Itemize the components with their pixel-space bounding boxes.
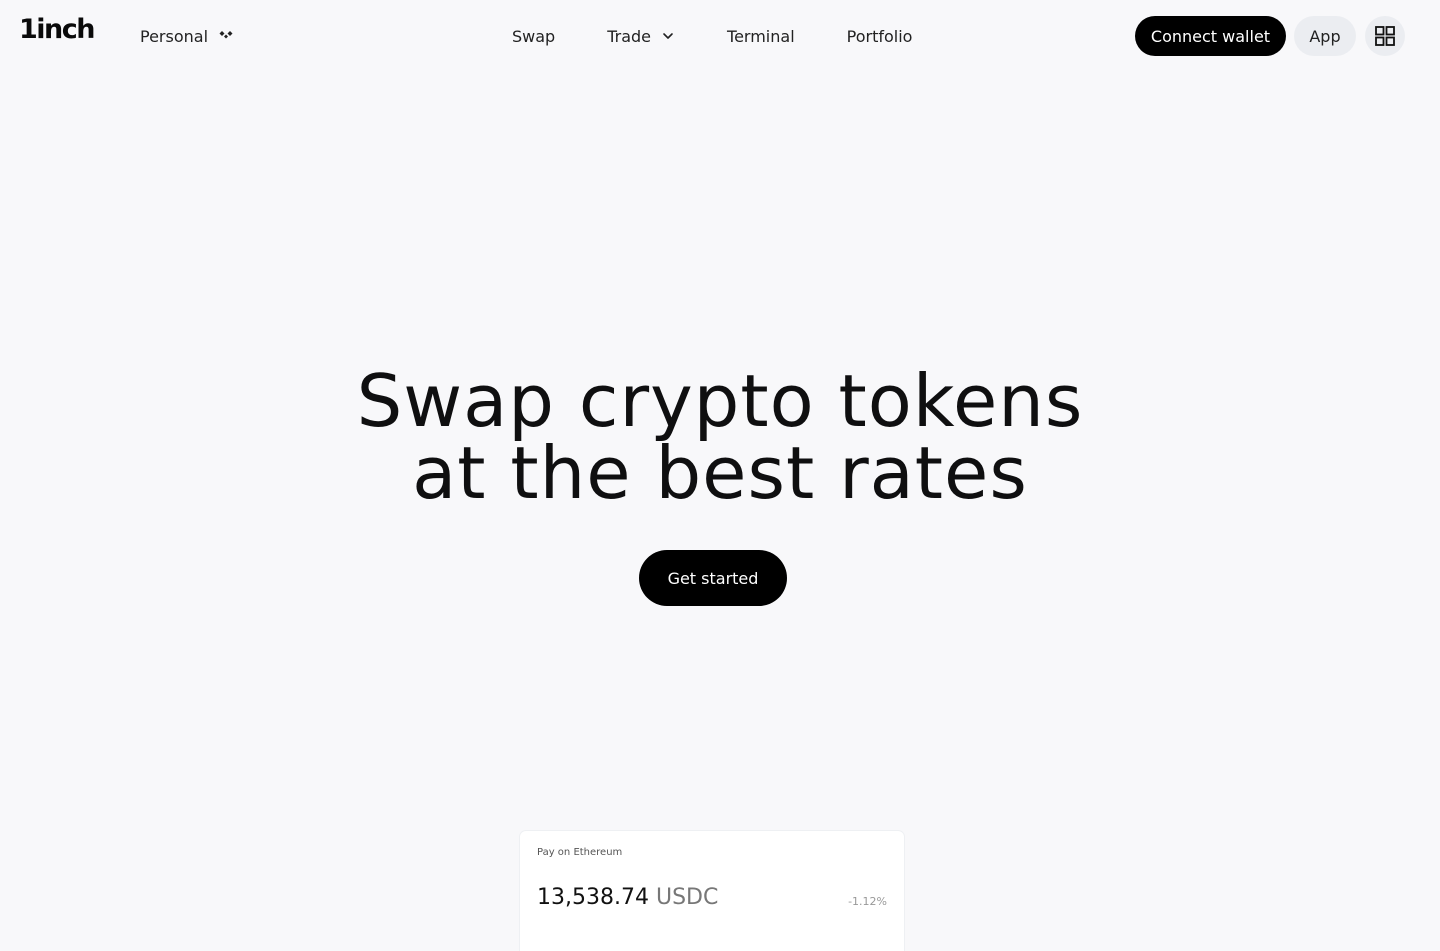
pay-amount: 13,538.74 USDC [537,885,718,910]
nav-portfolio-label: Portfolio [846,26,913,46]
hero-title-line1: Swap crypto tokens [356,359,1084,443]
diamond-cluster-icon [218,26,234,46]
logo[interactable]: 1inch [19,14,96,45]
hero-section: Swap crypto tokens at the best rates [0,365,1440,509]
apps-grid-button[interactable] [1365,16,1405,56]
pay-amount-value: 13,538.74 [537,885,649,910]
nav-terminal-label: Terminal [727,26,795,46]
pay-chain-label: Pay on Ethereum [537,847,623,858]
grid-icon [1375,26,1395,46]
connect-wallet-button[interactable]: Connect wallet [1135,16,1286,56]
price-delta: -1.12% [848,895,887,908]
nav-swap-label: Swap [512,26,556,46]
swap-preview-card: Pay on Ethereum 13,538.74 USDC -1.12% [520,831,904,951]
nav-swap[interactable]: Swap [512,27,555,46]
pay-token-symbol: USDC [655,885,719,910]
nav-trade[interactable]: Trade [607,27,675,46]
nav-trade-label: Trade [607,26,652,46]
nav-portfolio[interactable]: Portfolio [847,27,913,46]
profile-switcher[interactable]: Personal [140,24,234,48]
profile-label: Personal [140,26,209,46]
hero-title: Swap crypto tokens at the best rates [0,365,1440,509]
nav-terminal[interactable]: Terminal [727,27,795,46]
top-bar: 1inch Personal Swap Trade Terminal Portf… [0,0,1440,72]
hero-title-line2: at the best rates [412,431,1028,515]
get-started-button[interactable]: Get started [639,550,787,606]
chevron-down-icon [663,33,673,39]
app-button[interactable]: App [1294,16,1356,56]
main-nav: Swap Trade Terminal Portfolio [512,24,912,48]
